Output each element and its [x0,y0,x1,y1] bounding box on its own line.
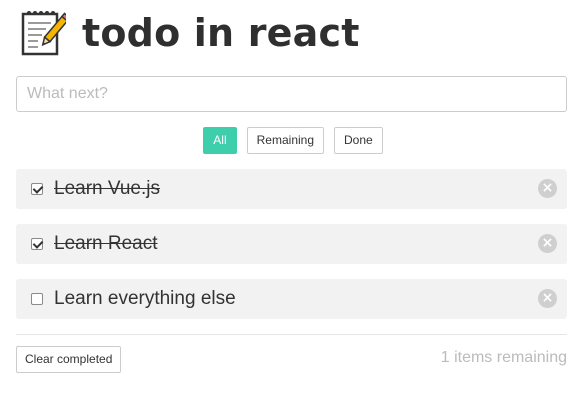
todo-checkbox[interactable] [31,238,43,250]
memo-icon [18,9,71,57]
delete-icon[interactable]: × [538,179,557,198]
filter-all-button[interactable]: All [203,127,237,154]
filter-bar: All Remaining Done [0,127,586,154]
todo-item: Learn React × [16,224,567,264]
delete-icon[interactable]: × [538,289,557,308]
filter-done-button[interactable]: Done [334,127,383,154]
filter-remaining-button[interactable]: Remaining [246,127,325,154]
input-container [16,76,567,112]
todo-text[interactable]: Learn everything else [54,288,236,310]
clear-completed-button[interactable]: Clear completed [16,346,122,373]
page-title: todo in react [82,11,360,55]
divider [16,334,567,335]
todo-checkbox[interactable] [31,183,43,195]
delete-icon[interactable]: × [538,234,557,253]
items-remaining-counter: 1 items remaining [441,349,567,367]
todo-text[interactable]: Learn Vue.js [54,178,160,200]
header: todo in react [18,8,360,58]
new-todo-input[interactable] [16,76,567,112]
remaining-count: 1 [440,349,450,366]
remaining-label: items remaining [454,349,567,366]
todo-checkbox[interactable] [31,293,43,305]
todo-list: Learn Vue.js × Learn React × Learn every… [16,169,567,334]
todo-item: Learn everything else × [16,279,567,319]
todo-text[interactable]: Learn React [54,233,158,255]
todo-item: Learn Vue.js × [16,169,567,209]
